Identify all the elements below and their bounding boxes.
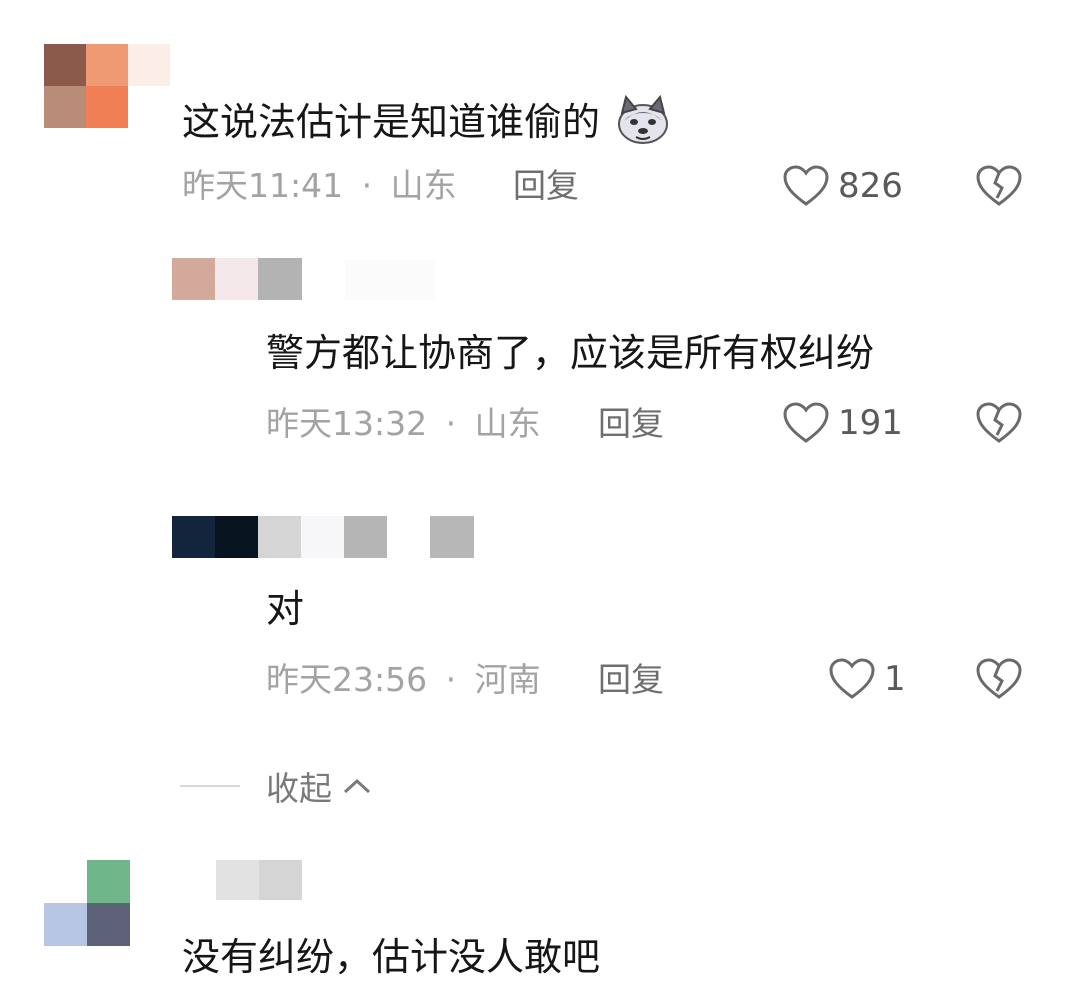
chevron-up-icon (343, 778, 371, 794)
broken-heart-icon (976, 658, 1022, 699)
comment-meta: 昨天11:41 · 山东 (182, 166, 457, 206)
location: 河南 (474, 660, 541, 699)
reply-button[interactable]: 回复 (513, 166, 579, 206)
reply-meta: 昨天13:32 · 山东 (266, 404, 541, 444)
separator: · (445, 660, 457, 699)
heart-icon (783, 402, 829, 443)
avatar[interactable] (44, 860, 130, 946)
timestamp: 昨天23:56 (266, 660, 428, 699)
timestamp: 昨天13:32 (266, 404, 428, 443)
reply-button[interactable]: 回复 (598, 404, 664, 444)
comment-body: 没有纠纷，估计没人敢吧 (182, 935, 601, 979)
username-blur (345, 260, 435, 300)
broken-heart-icon (976, 165, 1022, 206)
collapse-label: 收起 (266, 769, 332, 808)
reply-text: 警方都让协商了，应该是所有权纠纷 (266, 331, 875, 375)
dislike-button[interactable] (975, 164, 1023, 208)
reply-button[interactable]: 回复 (598, 660, 664, 700)
avatar[interactable] (172, 258, 302, 300)
dislike-button[interactable] (975, 657, 1023, 701)
husky-emoji-icon (616, 94, 670, 154)
avatar[interactable] (172, 516, 474, 558)
comment-text: 这说法估计是知道谁偷的 (182, 94, 670, 154)
reply-text: 对 (266, 587, 305, 631)
like-count: 826 (838, 166, 903, 206)
username-blur (216, 860, 302, 900)
separator: · (445, 404, 457, 443)
like-count: 191 (838, 403, 903, 443)
heart-icon (829, 658, 875, 699)
reply-meta: 昨天23:56 · 河南 (266, 660, 541, 700)
like-count: 1 (884, 659, 906, 699)
like-button[interactable]: 826 (782, 164, 903, 208)
dislike-button[interactable] (975, 401, 1023, 445)
like-button[interactable]: 191 (782, 401, 903, 445)
collapse-replies-button[interactable]: 收起 (180, 762, 372, 810)
like-button[interactable]: 1 (828, 657, 906, 701)
divider (180, 785, 240, 787)
heart-icon (783, 165, 829, 206)
location: 山东 (390, 166, 457, 205)
comment-body: 这说法估计是知道谁偷的 (182, 100, 601, 144)
location: 山东 (474, 404, 541, 443)
separator: · (361, 166, 373, 205)
timestamp: 昨天11:41 (182, 166, 344, 205)
broken-heart-icon (976, 402, 1022, 443)
avatar[interactable] (44, 44, 170, 128)
